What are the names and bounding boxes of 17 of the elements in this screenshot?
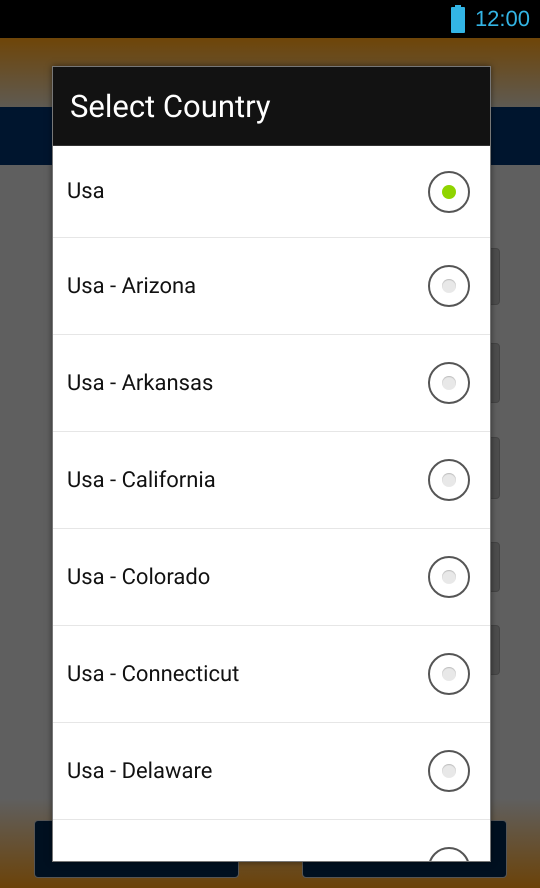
country-option[interactable]: Usa - Connecticut bbox=[53, 626, 490, 723]
country-option[interactable]: Usa - Delaware bbox=[53, 723, 490, 820]
radio-button[interactable] bbox=[428, 459, 470, 501]
country-option[interactable]: Usa - California bbox=[53, 432, 490, 529]
country-option[interactable]: Usa bbox=[53, 146, 490, 238]
radio-button[interactable] bbox=[428, 750, 470, 792]
radio-button[interactable] bbox=[428, 653, 470, 695]
radio-button[interactable] bbox=[428, 362, 470, 404]
country-option[interactable]: Usa - Arizona bbox=[53, 238, 490, 335]
radio-button[interactable] bbox=[428, 170, 470, 212]
battery-icon bbox=[450, 5, 465, 33]
dialog-title: Select Country bbox=[70, 88, 271, 124]
country-option[interactable]: Usa - Colorado bbox=[53, 529, 490, 626]
status-time: 12:00 bbox=[474, 6, 530, 32]
radio-button[interactable] bbox=[428, 265, 470, 307]
radio-button[interactable] bbox=[428, 556, 470, 598]
country-option[interactable]: Usa - Arkansas bbox=[53, 335, 490, 432]
